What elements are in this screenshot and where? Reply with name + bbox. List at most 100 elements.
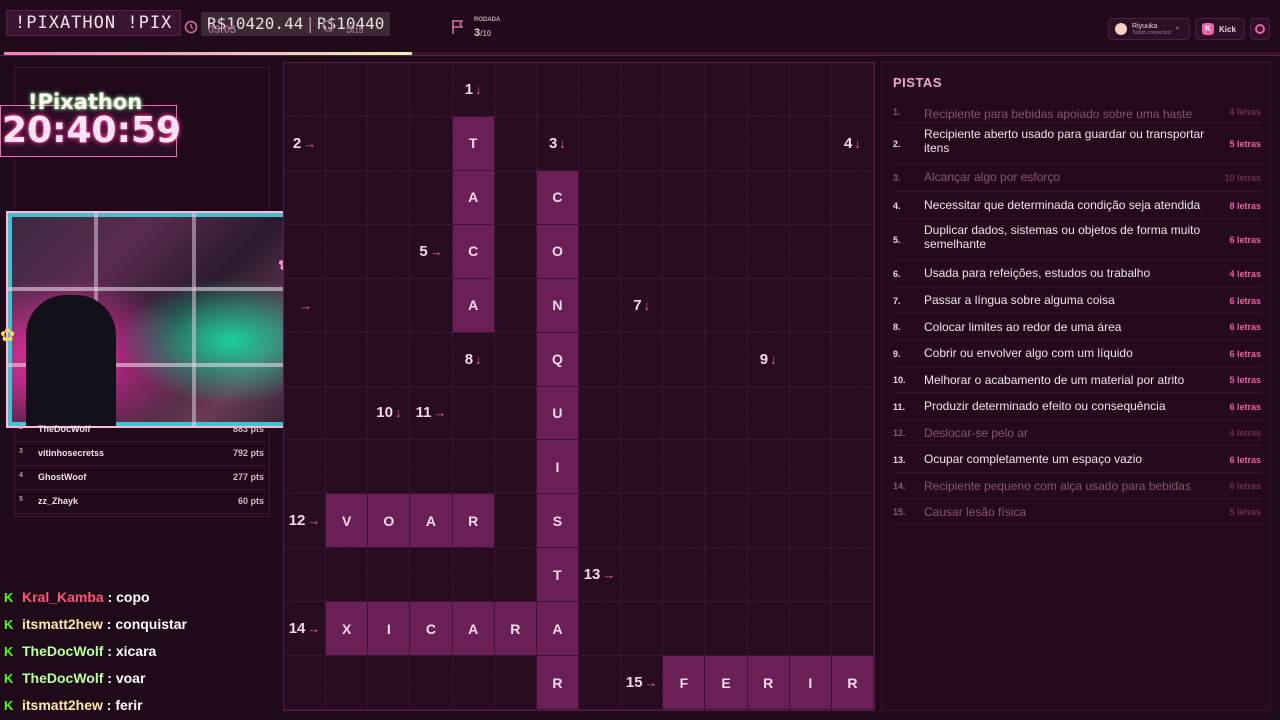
clue-text: Alcançar algo por esforço <box>924 170 1061 184</box>
grid-cell <box>789 224 832 279</box>
grid-letter-cell: N <box>536 278 579 333</box>
grid-cell <box>368 440 411 495</box>
chat-username: itsmatt2hew <box>22 616 103 632</box>
chat-message: Kitsmatt2hew : conquistar <box>4 616 187 632</box>
grid-cell <box>705 494 748 549</box>
grid-letter-cell: I <box>789 656 832 710</box>
direction-arrow-icon: → <box>433 405 447 421</box>
grid-cell <box>747 386 790 441</box>
direction-arrow-icon: → <box>307 621 321 637</box>
coin-counter: 5/15 <box>346 24 364 36</box>
leaderboard-points: 883 pts <box>232 424 264 434</box>
leaderboard-points: 792 pts <box>232 448 264 458</box>
grid-cell <box>831 224 874 279</box>
grid-cell <box>747 63 790 117</box>
grid-cell <box>410 278 453 333</box>
grid-cell <box>831 602 874 657</box>
clock-icon <box>184 20 198 34</box>
clue-text: Recipiente para bebidas apoiado sobre um… <box>924 107 1193 121</box>
grid-cell <box>663 548 706 603</box>
grid-cell <box>494 656 537 710</box>
clue-length: 6 letras <box>1229 481 1261 491</box>
clue-text: Produzir determinado efeito ou consequên… <box>924 399 1166 413</box>
settings-button[interactable] <box>1250 18 1270 40</box>
grid-cell <box>621 494 664 549</box>
grid-cell <box>326 278 369 333</box>
clue-item: 11. Produzir determinado efeito ou conseq… <box>892 393 1262 420</box>
clue-number: 4. <box>893 201 901 211</box>
chat-username: Kral_Kamba <box>22 589 104 605</box>
direction-arrow-icon: → <box>644 675 658 691</box>
grid-cell <box>452 548 495 603</box>
countdown-timer: 20:40:59 <box>2 110 182 151</box>
clue-number-cell: 14 → <box>284 602 327 657</box>
grid-cell <box>831 548 874 603</box>
grid-cell <box>452 656 495 710</box>
grid-letter-cell: O <box>368 494 411 549</box>
leaderboard-row: 2 TheDocWolf 883 pts <box>14 418 270 442</box>
grid-cell <box>326 332 369 387</box>
grid-cell <box>494 116 537 171</box>
coin-icon <box>322 20 334 32</box>
clue-item: 5. Duplicar dados, sistemas ou objetos de… <box>892 219 1262 260</box>
clue-length: 10 letras <box>1224 173 1261 183</box>
kick-icon: K <box>4 644 14 659</box>
grid-cell <box>621 548 664 603</box>
chat-message: K TheDocWolf : voar <box>4 670 145 686</box>
kick-icon: K <box>4 590 14 605</box>
avatar <box>1115 23 1127 35</box>
grid-letter-cell: R <box>494 602 537 657</box>
grid-cell <box>831 170 874 225</box>
grid-letter-cell: C <box>536 170 579 225</box>
grid-letter-cell: A <box>452 602 495 657</box>
grid-cell <box>326 170 369 225</box>
clue-text: Ocupar completamente um espaço vazio <box>924 452 1143 466</box>
toggle-icon <box>1255 24 1265 34</box>
grid-cell <box>831 386 874 441</box>
grid-cell <box>494 494 537 549</box>
grid-cell <box>831 63 874 117</box>
grid-cell <box>705 170 748 225</box>
grid-cell <box>410 656 453 710</box>
grid-cell <box>705 332 748 387</box>
clue-number-cell: 2 → <box>284 116 327 171</box>
grid-cell <box>536 63 579 117</box>
grid-cell <box>410 170 453 225</box>
clue-number: 5. <box>893 235 901 245</box>
grid-letter-cell: I <box>536 440 579 495</box>
close-icon[interactable]: × <box>1176 26 1180 32</box>
clue-number-cell: 5 → <box>410 224 453 279</box>
grid-cell <box>705 224 748 279</box>
clue-item: 15. Causar lesão física 5 letras <box>892 499 1262 525</box>
grid-cell <box>789 170 832 225</box>
grid-cell <box>789 63 832 117</box>
clue-length: 5 letras <box>1229 375 1261 385</box>
kick-icon: K <box>4 671 14 686</box>
flag-icon <box>452 20 464 34</box>
grid-cell <box>747 224 790 279</box>
grid-cell <box>621 224 664 279</box>
kick-button[interactable]: K Kick <box>1195 18 1245 40</box>
grid-letter-cell: T <box>536 548 579 603</box>
crossword-grid: 1 ↓ 2 → T 3 ↓ 4 ↓ A C 5 → C O → A N 7 ↓ 8 ↓ Q 9 ↓ 10 ↓ 11 → U I 12 → V O A R… <box>283 62 875 711</box>
clue-length: 8 letras <box>1229 201 1261 211</box>
grid-letter-cell: X <box>326 602 369 657</box>
clue-number: 14 <box>288 620 306 638</box>
round-timer: 03:05 <box>208 24 237 36</box>
leaderboard-points: 277 pts <box>232 472 264 482</box>
clue-item: 9. Cobrir ou envolver algo com um líquido… <box>892 340 1262 367</box>
chat-text: : voar <box>103 670 146 686</box>
grid-cell <box>410 63 453 117</box>
grid-letter-cell: C <box>452 224 495 279</box>
direction-arrow-icon: ↓ <box>394 405 402 421</box>
clue-number: 8 <box>464 350 474 368</box>
clue-item: 8. Colocar limites ao redor de uma área 6 … <box>892 314 1262 340</box>
grid-cell <box>284 386 327 441</box>
account-pill[interactable]: Riyuuka Twitch connected × <box>1108 18 1190 40</box>
clue-number: 9. <box>893 349 901 359</box>
grid-cell <box>705 63 748 117</box>
grid-cell <box>578 494 622 549</box>
clue-length: 6 letras <box>1229 455 1261 465</box>
clue-text: Passar a língua sobre alguma coisa <box>924 293 1115 307</box>
clue-length: 4 letras <box>1229 269 1261 279</box>
